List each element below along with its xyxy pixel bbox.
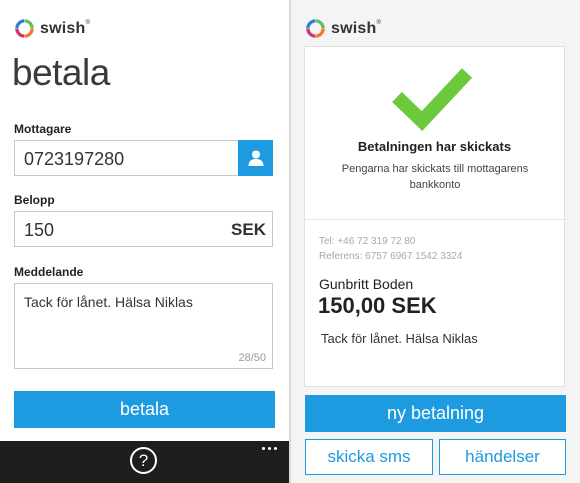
- payment-amount: 150,00 SEK: [318, 293, 437, 318]
- contact-picker-button[interactable]: [238, 140, 273, 176]
- amount-input-value: 150: [24, 220, 55, 240]
- more-options-icon[interactable]: [262, 447, 277, 450]
- message-label: Meddelande: [14, 265, 84, 279]
- amount-field[interactable]: 150 SEK: [14, 211, 273, 247]
- checkmark-icon: [392, 68, 473, 131]
- message-field[interactable]: Tack för lånet. Hälsa Niklas 28/50: [14, 283, 273, 369]
- recipient-input-value: 0723197280: [24, 149, 125, 169]
- amount-label: Belopp: [14, 193, 55, 207]
- recipient-field[interactable]: 0723197280: [14, 140, 273, 176]
- payment-screen: swish® betala Mottagare 0723197280 Belop…: [0, 0, 289, 483]
- app-bar: ?: [0, 441, 289, 483]
- person-icon: [248, 150, 263, 166]
- currency-label: SEK: [231, 220, 266, 239]
- recipient-name: Gunbritt Boden: [319, 276, 414, 292]
- success-message: Pengarna har skickats till mottagarens b…: [341, 163, 529, 191]
- swish-logo-icon: [306, 19, 325, 38]
- events-button[interactable]: händelser: [439, 439, 566, 475]
- send-sms-button[interactable]: skicka sms: [305, 439, 433, 475]
- logo-text: swish®: [331, 19, 382, 37]
- phone-number: Tel: +46 72 319 72 80: [319, 236, 416, 247]
- card-divider: [305, 219, 564, 220]
- message-input-value: Tack för lånet. Hälsa Niklas: [24, 294, 193, 310]
- confirmation-screen: swish® Betalningen har skickats Pengarna…: [291, 0, 580, 483]
- swish-logo: swish®: [14, 18, 90, 39]
- payment-message: Tack för lånet. Hälsa Niklas: [321, 331, 478, 346]
- swish-logo: swish®: [305, 18, 381, 39]
- logo-text: swish®: [40, 19, 91, 37]
- help-icon[interactable]: ?: [130, 447, 157, 474]
- pay-button[interactable]: betala: [14, 391, 275, 428]
- success-title: Betalningen har skickats: [357, 139, 512, 154]
- page-title: betala: [12, 52, 110, 93]
- new-payment-button[interactable]: ny betalning: [305, 395, 566, 432]
- receipt-card: Betalningen har skickats Pengarna har sk…: [304, 46, 565, 387]
- swish-logo-icon: [15, 19, 34, 38]
- character-counter: 28/50: [238, 352, 266, 364]
- reference-number: Referens: 6757 6967 1542 3324: [319, 251, 463, 262]
- recipient-label: Mottagare: [14, 122, 72, 136]
